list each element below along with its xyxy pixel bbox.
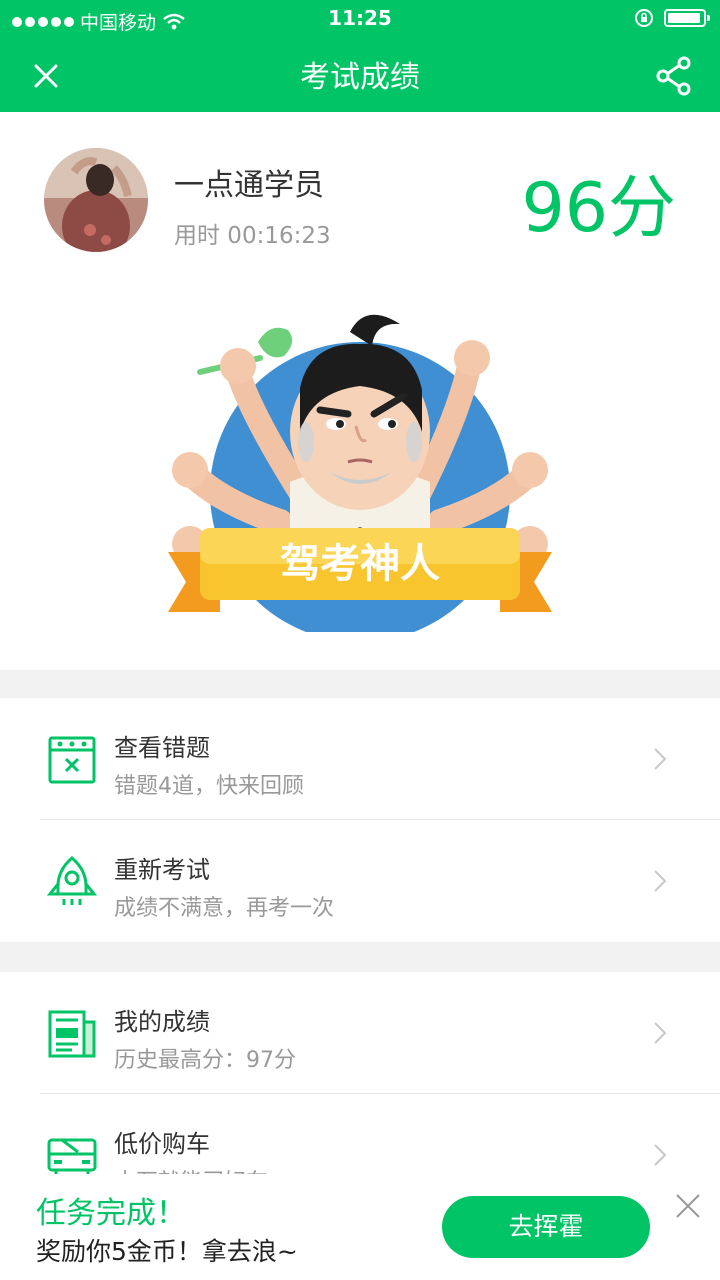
badge-label: 驾考神人 bbox=[280, 541, 440, 587]
chevron-right-icon bbox=[654, 870, 667, 892]
list-item-retake[interactable]: 重新考试 成绩不满意，再考一次 bbox=[0, 820, 720, 942]
retake-subtitle: 成绩不满意，再考一次 bbox=[114, 896, 335, 921]
wrong-questions-icon bbox=[48, 736, 96, 784]
result-card: 一点通学员 用时 00:16:23 96分 驾考神人 bbox=[0, 112, 720, 670]
wrong-subtitle: 错题4道，快来回顾 bbox=[114, 774, 304, 799]
chevron-right-icon bbox=[654, 1144, 667, 1166]
nav-bar: 考试成绩 bbox=[0, 40, 720, 112]
status-right bbox=[634, 8, 710, 28]
retake-title: 重新考试 bbox=[114, 856, 210, 884]
share-icon[interactable] bbox=[652, 54, 696, 98]
avatar[interactable] bbox=[44, 148, 148, 252]
lock-rotation-icon bbox=[635, 9, 653, 27]
exam-score: 96分 bbox=[521, 169, 676, 248]
my-score-title: 我的成绩 bbox=[114, 1008, 210, 1036]
score-report-icon bbox=[48, 1010, 96, 1058]
wrong-title: 查看错题 bbox=[114, 734, 210, 762]
my-score-subtitle: 历史最高分：97分 bbox=[114, 1048, 296, 1073]
page-title: 考试成绩 bbox=[300, 60, 420, 95]
chevron-right-icon bbox=[654, 748, 667, 770]
list-item-view-wrong[interactable]: 查看错题 错题4道，快来回顾 bbox=[0, 698, 720, 820]
reward-message: 奖励你5金币！拿去浪~ bbox=[36, 1237, 298, 1266]
rocket-icon bbox=[46, 856, 98, 905]
chevron-right-icon bbox=[654, 1022, 667, 1044]
list-item-my-score[interactable]: 我的成绩 历史最高分：97分 bbox=[0, 972, 720, 1094]
task-complete-banner: 任务完成！ 奖励你5金币！拿去浪~ 去挥霍 bbox=[0, 1174, 720, 1280]
battery-icon bbox=[664, 9, 710, 27]
spend-coins-button[interactable]: 去挥霍 bbox=[442, 1196, 650, 1258]
status-bar: 中国移动 11:25 bbox=[0, 0, 720, 40]
user-name: 一点通学员 bbox=[174, 168, 324, 203]
actions-section-1: 查看错题 错题4道，快来回顾 重新考试 成绩不满意，再考一次 bbox=[0, 698, 720, 942]
master-driver-badge: 驾考神人 bbox=[168, 314, 552, 632]
time-used: 用时 00:16:23 bbox=[174, 223, 331, 249]
buy-car-title: 低价购车 bbox=[114, 1130, 210, 1158]
task-complete-title: 任务完成！ bbox=[36, 1196, 186, 1231]
status-time: 11:25 bbox=[328, 6, 392, 30]
close-icon[interactable] bbox=[674, 1192, 702, 1220]
